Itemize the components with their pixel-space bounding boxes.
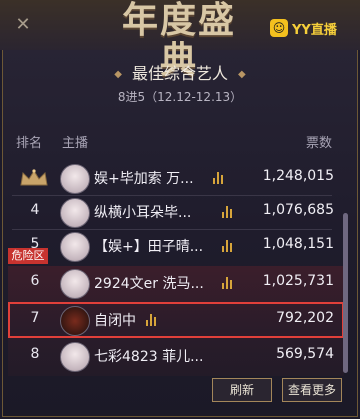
vote-count: 569,574 bbox=[276, 346, 334, 362]
host-name[interactable]: 2924文er 洗马... bbox=[94, 273, 204, 293]
refresh-button[interactable]: 刷新 bbox=[212, 378, 272, 402]
rank: 6 bbox=[30, 273, 40, 289]
rank: 8 bbox=[30, 346, 40, 362]
vote-count: 1,248,015 bbox=[262, 168, 334, 184]
avatar[interactable] bbox=[60, 232, 90, 262]
col-rank: 排名 bbox=[16, 136, 43, 151]
avatar[interactable] bbox=[60, 342, 90, 372]
audio-bars-icon bbox=[222, 206, 232, 218]
audio-bars-icon bbox=[222, 240, 232, 252]
vote-count: 1,025,731 bbox=[262, 273, 334, 289]
crown-icon bbox=[20, 169, 48, 186]
round-info: 8进5（12.12-12.13） bbox=[117, 90, 243, 104]
avatar[interactable] bbox=[60, 198, 90, 228]
avatar[interactable] bbox=[60, 164, 90, 194]
banner-title: 年度盛典 bbox=[121, 0, 236, 81]
yy-logo-icon: ☺ bbox=[270, 19, 288, 37]
table-row[interactable]: 5 【娱+】田子晴... 1,048,151 bbox=[8, 228, 340, 264]
table-row[interactable]: 6 2924文er 洗马... 1,025,731 bbox=[8, 265, 340, 301]
host-name[interactable]: 纵横小耳朵毕... bbox=[94, 202, 191, 222]
scrollbar[interactable] bbox=[343, 213, 348, 373]
category-title: ◆ 最佳综合艺人 ◆ bbox=[0, 60, 360, 84]
rank: 4 bbox=[30, 202, 40, 218]
diamond-icon: ◆ bbox=[238, 69, 246, 80]
col-host: 主播 bbox=[62, 136, 89, 151]
vote-count: 1,048,151 bbox=[262, 236, 334, 252]
vote-count: 1,076,685 bbox=[262, 202, 334, 218]
table-header: 排名 主播 票数 bbox=[16, 132, 332, 151]
host-name[interactable]: 七彩4823 菲儿... bbox=[94, 346, 203, 366]
avatar[interactable] bbox=[60, 269, 90, 299]
diamond-icon: ◆ bbox=[114, 69, 122, 80]
col-votes: 票数 bbox=[305, 136, 332, 151]
host-name[interactable]: 娱+毕加索 万... bbox=[94, 168, 194, 188]
yy-live-logo[interactable]: ☺ YY直播 bbox=[270, 18, 337, 38]
table-row[interactable]: 4 纵横小耳朵毕... 1,076,685 bbox=[8, 194, 340, 230]
banner: ✕ 年度盛典 ☺ YY直播 bbox=[0, 0, 360, 81]
host-name[interactable]: 【娱+】田子晴... bbox=[94, 236, 203, 256]
table-row[interactable]: 8 七彩4823 菲儿... 569,574 bbox=[8, 338, 340, 374]
view-more-button[interactable]: 查看更多 bbox=[282, 378, 342, 402]
rank: 5 bbox=[30, 236, 40, 252]
audio-bars-icon bbox=[213, 172, 223, 184]
logo-text: YY直播 bbox=[292, 22, 337, 38]
highlight-box bbox=[8, 302, 344, 338]
category-title-text: 最佳综合艺人 bbox=[131, 64, 228, 83]
table-row[interactable]: 娱+毕加索 万... 1,248,015 bbox=[8, 160, 340, 196]
audio-bars-icon bbox=[222, 277, 232, 289]
close-icon[interactable]: ✕ bbox=[14, 16, 32, 34]
